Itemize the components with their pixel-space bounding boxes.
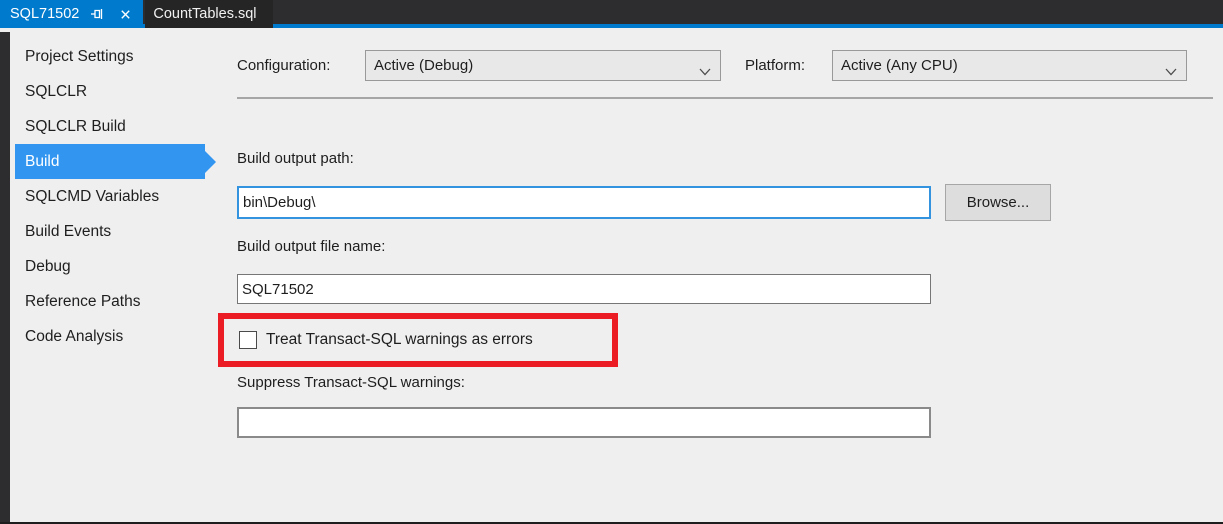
build-output-file-name-label: Build output file name: [237,238,386,255]
sidebar-item-debug[interactable]: Debug [10,249,225,284]
sidebar-item-reference-paths[interactable]: Reference Paths [10,284,225,319]
sidebar-item-code-analysis[interactable]: Code Analysis [10,319,225,354]
platform-dropdown-value: Active (Any CPU) [841,57,958,74]
suppress-warnings-input[interactable] [237,407,931,438]
build-settings-pane: Configuration: Active (Debug) Platform: … [218,32,1223,524]
pin-icon[interactable] [87,4,107,24]
configuration-dropdown[interactable]: Active (Debug) [365,50,721,81]
left-dark-gutter [0,32,10,524]
platform-label: Platform: [745,57,806,74]
suppress-warnings-label: Suppress Transact-SQL warnings: [237,374,465,391]
build-output-path-label: Build output path: [237,150,354,167]
tab-label: CountTables.sql [153,6,257,22]
sidebar-item-label: Reference Paths [25,292,141,310]
treat-warnings-row[interactable]: Treat Transact-SQL warnings as errors [239,331,533,349]
sidebar-item-build-events[interactable]: Build Events [10,214,225,249]
sidebar-item-label: Project Settings [25,47,134,65]
treat-warnings-checkbox[interactable] [239,331,257,349]
chevron-down-icon [699,63,711,80]
sidebar-item-label: Build [25,152,60,170]
build-output-file-name-input[interactable] [237,274,931,304]
sidebar-item-sqlclr-build[interactable]: SQLCLR Build [10,109,225,144]
sidebar-item-label: SQLCMD Variables [25,187,160,205]
tab-label: SQL71502 [10,6,80,22]
header-separator [237,97,1213,99]
treat-warnings-label: Treat Transact-SQL warnings as errors [266,331,533,348]
properties-page-sidebar: Project Settings SQLCLR SQLCLR Build Bui… [10,39,225,354]
platform-dropdown[interactable]: Active (Any CPU) [832,50,1187,81]
tab-sql71502[interactable]: SQL71502 [0,0,144,28]
browse-button[interactable]: Browse... [945,184,1051,221]
close-icon[interactable] [115,4,135,24]
sidebar-item-label: SQLCLR [25,82,88,100]
sidebar-item-sqlclr[interactable]: SQLCLR [10,74,225,109]
chevron-down-icon [1165,63,1177,80]
configuration-dropdown-value: Active (Debug) [374,57,474,74]
sidebar-item-label: Build Events [25,222,112,240]
tab-counttables-sql[interactable]: CountTables.sql [145,0,273,28]
sidebar-item-project-settings[interactable]: Project Settings [10,39,225,74]
document-tab-bar: SQL71502 CountTables.sql [0,0,1223,28]
sidebar-item-sqlcmd-variables[interactable]: SQLCMD Variables [10,179,225,214]
sidebar-item-label: SQLCLR Build [25,117,126,135]
sidebar-item-build[interactable]: Build [15,144,216,179]
configuration-label: Configuration: [237,57,331,74]
build-output-path-input[interactable] [237,186,931,219]
sidebar-item-label: Debug [25,257,71,275]
sidebar-item-label: Code Analysis [25,327,124,345]
selected-item-arrow-icon [205,150,216,173]
